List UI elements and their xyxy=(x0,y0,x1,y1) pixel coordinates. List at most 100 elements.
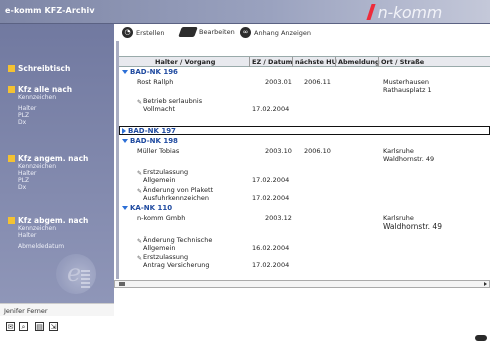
pencil-icon xyxy=(178,27,198,37)
attachment-icon: ∞ xyxy=(240,27,251,38)
license-plate: BAD-NK 196 xyxy=(130,68,178,76)
street: Waldhornstr. 49 xyxy=(383,222,442,231)
table-header: Halter / Vorgang EZ / Datum nächste HU A… xyxy=(119,56,490,67)
export-icon[interactable]: ⇲ xyxy=(49,322,58,331)
title-bar: e-komm KFZ-Archiv n-komm xyxy=(0,0,490,24)
sidebar-group-desk[interactable]: Schreibtisch xyxy=(0,64,114,73)
group-row[interactable]: BAD-NK 196 xyxy=(122,68,178,76)
horizontal-scrollbar[interactable] xyxy=(114,280,490,288)
next-hu: 2006.10 xyxy=(304,147,331,155)
action-subtitle: Vollmacht xyxy=(143,105,176,113)
scroll-thumb[interactable] xyxy=(119,282,125,286)
pencil-icon xyxy=(137,237,142,243)
sidebar-group-title: Kfz alle nach xyxy=(18,85,73,94)
app-title: e-komm KFZ-Archiv xyxy=(5,6,95,15)
place: Karlsruhe xyxy=(383,147,414,155)
sidebar-item-kennzeichen[interactable]: Kennzeichen xyxy=(0,94,114,101)
sidebar-group-all[interactable]: Kfz alle nach Kennzeichen Halter PLZ Dx xyxy=(0,85,114,126)
expand-triangle-icon[interactable] xyxy=(122,70,128,74)
column-header-holder[interactable]: Halter / Vorgang xyxy=(155,58,215,66)
place: Musterhausen xyxy=(383,78,429,86)
action-title[interactable]: Erstzulassung xyxy=(137,168,188,176)
scroll-right-arrow-icon[interactable] xyxy=(484,282,487,286)
sidebar-item-halter[interactable]: Halter xyxy=(0,170,114,177)
brand-logo: n-komm xyxy=(366,2,443,22)
holder-name[interactable]: Müller Tobias xyxy=(137,147,179,155)
sidebar-item-halter[interactable]: Halter xyxy=(0,105,114,112)
action-subtitle: Antrag Versicherung xyxy=(143,261,210,269)
pencil-icon xyxy=(137,187,142,193)
folder-icon xyxy=(8,86,15,93)
action-title[interactable]: Erstzulassung xyxy=(137,253,188,261)
sidebar-group-title: Schreibtisch xyxy=(18,64,71,73)
group-row[interactable]: BAD-NK 198 xyxy=(122,137,178,145)
sidebar-item-abmeldedatum[interactable]: Abmeldedatum xyxy=(0,243,114,250)
ez-date: 2003.01 xyxy=(265,78,292,86)
show-attachment-button[interactable]: ∞ Anhang Anzeigen xyxy=(240,27,311,38)
sidebar-item-halter[interactable]: Halter xyxy=(0,232,114,239)
brand-slash-icon xyxy=(366,4,376,20)
action-date: 17.02.2004 xyxy=(252,105,290,113)
collapse-triangle-icon[interactable] xyxy=(122,128,126,134)
user-name: Jenifer Ferner xyxy=(4,307,48,315)
ez-date: 2003.10 xyxy=(265,147,292,155)
sidebar-group-registered[interactable]: Kfz angem. nach Kennzeichen Halter PLZ D… xyxy=(0,154,114,191)
pencil-icon xyxy=(137,98,142,104)
search-icon[interactable]: ⌕ xyxy=(19,322,28,331)
sidebar-item-dx[interactable]: Dx xyxy=(0,119,114,126)
next-hu: 2006.11 xyxy=(304,78,331,86)
folder-icon xyxy=(8,65,15,72)
brand-name: n-komm xyxy=(377,2,443,22)
toolbar: ◔ Erstellen Bearbeiten ∞ Anhang Anzeigen xyxy=(114,24,490,41)
create-label: Erstellen xyxy=(136,28,165,37)
group-row[interactable]: BAD-NK 197 xyxy=(122,127,176,135)
column-header-deregistration[interactable]: Abmeldung xyxy=(338,58,380,66)
e-logo-watermark-icon: e xyxy=(56,254,96,294)
column-header-next-hu[interactable]: nächste HU xyxy=(295,58,337,66)
edit-button[interactable]: Bearbeiten xyxy=(178,27,235,37)
sidebar-item-kennzeichen[interactable]: Kennzeichen xyxy=(0,163,114,170)
bottom-bar: ✉ ⌕ ▤ ⇲ xyxy=(0,316,490,343)
action-title[interactable]: Änderung Technische xyxy=(137,236,212,244)
action-title[interactable]: Betrieb serlaubnis xyxy=(137,97,202,105)
street: Waldhornstr. 49 xyxy=(383,155,435,163)
sidebar-group-deregistered[interactable]: Kfz abgem. nach Kennzeichen Halter Abmel… xyxy=(0,216,114,250)
sidebar: Schreibtisch Kfz alle nach Kennzeichen H… xyxy=(0,24,114,303)
column-header-date[interactable]: EZ / Datum xyxy=(252,58,292,66)
ez-date: 2003.12 xyxy=(265,214,292,222)
holder-name[interactable]: n-komm Gmbh xyxy=(137,214,185,222)
action-date: 17.02.2004 xyxy=(252,176,290,184)
sidebar-item-dx[interactable]: Dx xyxy=(0,184,114,191)
action-date: 17.02.2004 xyxy=(252,261,290,269)
column-header-location[interactable]: Ort / Straße xyxy=(381,58,424,66)
mail-icon[interactable]: ✉ xyxy=(6,322,15,331)
group-row[interactable]: KA-NK 110 xyxy=(122,204,172,212)
create-button[interactable]: ◔ Erstellen xyxy=(122,27,164,38)
sidebar-group-title: Kfz abgem. nach xyxy=(18,216,89,225)
sidebar-item-kennzeichen[interactable]: Kennzeichen xyxy=(0,225,114,232)
action-date: 17.02.2004 xyxy=(252,194,290,202)
vehicle-table: Halter / Vorgang EZ / Datum nächste HU A… xyxy=(119,41,490,280)
folder-icon xyxy=(8,217,15,224)
action-title[interactable]: Änderung von Plakett xyxy=(137,186,213,194)
pencil-icon xyxy=(137,254,142,260)
action-subtitle: Allgemein xyxy=(143,244,176,252)
clock-icon: ◔ xyxy=(122,27,133,38)
sidebar-item-plz[interactable]: PLZ xyxy=(0,177,114,184)
holder-name[interactable]: Rost Rallph xyxy=(137,78,173,86)
print-icon[interactable]: ▤ xyxy=(35,322,44,331)
tray-status-icon xyxy=(475,335,487,341)
license-plate: BAD-NK 198 xyxy=(130,137,178,145)
attachment-label: Anhang Anzeigen xyxy=(254,28,312,37)
action-subtitle: Allgemein xyxy=(143,176,176,184)
place: Karlsruhe xyxy=(383,214,414,222)
license-plate: KA-NK 110 xyxy=(130,204,173,212)
pencil-icon xyxy=(137,169,142,175)
folder-icon xyxy=(8,155,15,162)
sidebar-item-plz[interactable]: PLZ xyxy=(0,112,114,119)
sidebar-group-title: Kfz angem. nach xyxy=(18,154,89,163)
expand-triangle-icon[interactable] xyxy=(122,139,128,143)
user-area: Jenifer Ferner xyxy=(0,303,114,316)
expand-triangle-icon[interactable] xyxy=(122,206,128,210)
license-plate: BAD-NK 197 xyxy=(128,127,176,135)
